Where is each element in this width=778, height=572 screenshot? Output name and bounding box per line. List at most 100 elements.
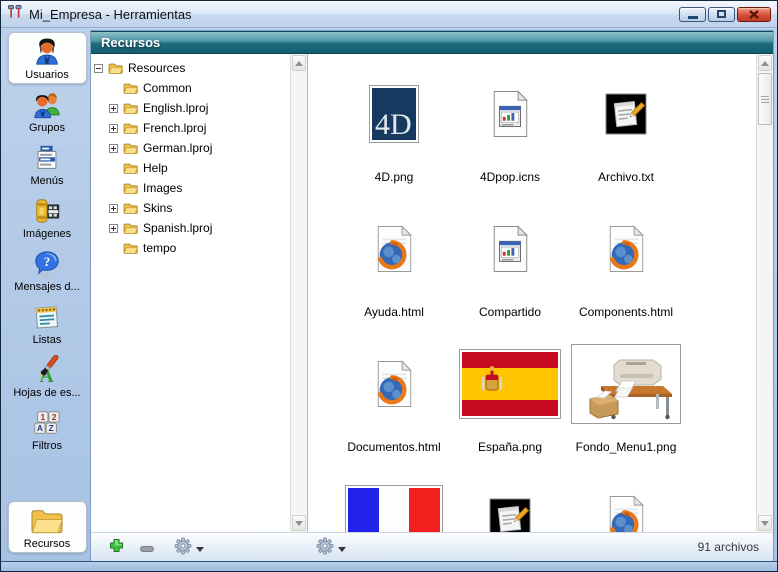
svg-text:Z: Z — [49, 423, 54, 433]
tree-item-help[interactable]: Help — [91, 158, 290, 178]
sidebar-item-label: Menús — [30, 175, 63, 187]
plus-icon — [109, 538, 124, 556]
folder-icon — [123, 202, 138, 214]
file-item[interactable] — [336, 471, 452, 532]
file-item-compartido[interactable]: Compartido — [452, 201, 568, 336]
scrollbar-thumb[interactable] — [758, 73, 772, 125]
file-item-components-html[interactable]: Components.html — [568, 201, 684, 336]
tree-item-common[interactable]: Common — [91, 78, 290, 98]
sidebar-item-mensajes-d[interactable]: ?Mensajes d... — [8, 244, 87, 296]
content-area: Resources Common English.lproj French.lproj… — [91, 54, 773, 532]
sidebar-item-im-genes[interactable]: Imágenes — [8, 191, 87, 243]
expand-icon[interactable] — [109, 224, 118, 233]
document-window-icon — [488, 66, 532, 162]
expand-icon[interactable] — [109, 124, 118, 133]
expander-spacer — [109, 164, 118, 173]
sidebar-item-filtros[interactable]: 12AZFiltros — [8, 403, 87, 455]
scroll-up-button[interactable] — [758, 55, 772, 71]
folder-icon — [123, 122, 138, 134]
tree-item-images[interactable]: Images — [91, 178, 290, 198]
firefox-document-icon — [604, 201, 648, 297]
tree-item-label: Resources — [128, 61, 185, 75]
filters-icon: 12AZ — [32, 407, 62, 439]
scroll-down-button[interactable] — [758, 515, 772, 531]
add-button[interactable] — [107, 536, 126, 558]
tree-item-german-lproj[interactable]: German.lproj — [91, 138, 290, 158]
file-name-label: Fondo_Menu1.png — [576, 440, 677, 454]
tree-item-tempo[interactable]: tempo — [91, 238, 290, 258]
app-window: Mi_Empresa - Herramientas Usuarios Grupos… — [0, 0, 778, 572]
remove-button[interactable] — [138, 538, 156, 557]
lists-icon — [32, 301, 62, 333]
file-item-espa-a-png[interactable]: España.png — [452, 336, 568, 471]
sidebar-item-recursos[interactable]: Recursos — [8, 501, 87, 553]
france-flag-icon — [345, 471, 443, 532]
file-name-label: España.png — [478, 440, 542, 454]
tree-item-english-lproj[interactable]: English.lproj — [91, 98, 290, 118]
scrollbar-track[interactable] — [757, 126, 773, 514]
sidebar-item-label: Recursos — [24, 538, 70, 550]
tree-item-spanish-lproj[interactable]: Spanish.lproj — [91, 218, 290, 238]
chevron-down-icon — [338, 540, 346, 555]
tree-item-label: Common — [143, 81, 192, 95]
sidebar-item-men-s[interactable]: Menús — [8, 138, 87, 190]
arrow-down-icon — [761, 521, 769, 526]
tree-scrollbar[interactable] — [290, 54, 307, 532]
folder-icon — [123, 82, 138, 94]
title-bar[interactable]: Mi_Empresa - Herramientas — [1, 1, 777, 28]
scroll-down-button[interactable] — [292, 515, 306, 531]
main-area: Recursos ResourcesCommonEnglish.lprojFre… — [90, 30, 774, 561]
file-item[interactable] — [568, 471, 684, 532]
folder-icon — [123, 142, 138, 154]
scroll-up-button[interactable] — [292, 55, 306, 71]
file-item-4dpop-icns[interactable]: 4Dpop.icns — [452, 66, 568, 201]
scrollbar-track[interactable] — [291, 72, 307, 514]
file-item-4d-png[interactable]: 4D4D.png — [336, 66, 452, 201]
sidebar-item-label: Mensajes d... — [14, 281, 79, 293]
file-name-label: Compartido — [479, 305, 541, 319]
file-grid: 4D4D.png4Dpop.icnsArchivo.txt Ayuda.html C… — [308, 54, 756, 532]
maximize-button[interactable] — [708, 7, 735, 22]
collapse-icon[interactable] — [94, 64, 103, 73]
folder-icon — [30, 505, 64, 537]
sidebar-item-grupos[interactable]: Grupos — [8, 85, 87, 137]
files-scrollbar[interactable] — [756, 54, 773, 532]
file-item[interactable] — [452, 471, 568, 532]
tools-app-icon — [7, 4, 23, 25]
file-item-ayuda-html[interactable]: Ayuda.html — [336, 201, 452, 336]
tree-item-label: Spanish.lproj — [143, 221, 212, 235]
4d-logo-icon: 4D — [369, 66, 419, 162]
sidebar-item-hojas-de-es[interactable]: AHojas de es... — [8, 350, 87, 402]
gear-icon — [316, 537, 334, 558]
tree-item-skins[interactable]: Skins — [91, 198, 290, 218]
close-button[interactable] — [737, 7, 771, 22]
expand-icon[interactable] — [109, 104, 118, 113]
window-title: Mi_Empresa - Herramientas — [29, 7, 192, 22]
folder-icon — [123, 162, 138, 174]
sidebar-item-label: Usuarios — [25, 69, 68, 81]
sidebar-item-label: Grupos — [29, 122, 65, 134]
file-item-documentos-html[interactable]: Documentos.html — [336, 336, 452, 471]
file-item-fondo-menu1-png[interactable]: Fondo_Menu1.png — [568, 336, 684, 471]
file-count-label: 91 archivos — [698, 540, 759, 554]
tree-item-french-lproj[interactable]: French.lproj — [91, 118, 290, 138]
minimize-button[interactable] — [679, 7, 706, 22]
sidebar-item-label: Imágenes — [23, 228, 71, 240]
firefox-document-icon — [604, 471, 648, 532]
action-menu-button[interactable] — [172, 535, 206, 560]
sidebar-item-usuarios[interactable]: Usuarios — [8, 32, 87, 84]
file-name-label: Documentos.html — [347, 440, 440, 454]
window-controls — [679, 7, 771, 22]
spain-flag-icon — [459, 336, 561, 432]
expand-icon[interactable] — [109, 144, 118, 153]
sidebar-item-listas[interactable]: Listas — [8, 297, 87, 349]
tree-item-resources[interactable]: Resources — [91, 58, 290, 78]
view-options-button[interactable] — [314, 535, 348, 560]
folder-tree: Resources Common English.lproj French.lproj… — [91, 54, 290, 532]
folder-icon — [123, 182, 138, 194]
expander-spacer — [109, 184, 118, 193]
bottom-toolbar: 91 archivos — [91, 532, 773, 561]
expand-icon[interactable] — [109, 204, 118, 213]
tree-item-label: French.lproj — [143, 121, 206, 135]
file-item-archivo-txt[interactable]: Archivo.txt — [568, 66, 684, 201]
